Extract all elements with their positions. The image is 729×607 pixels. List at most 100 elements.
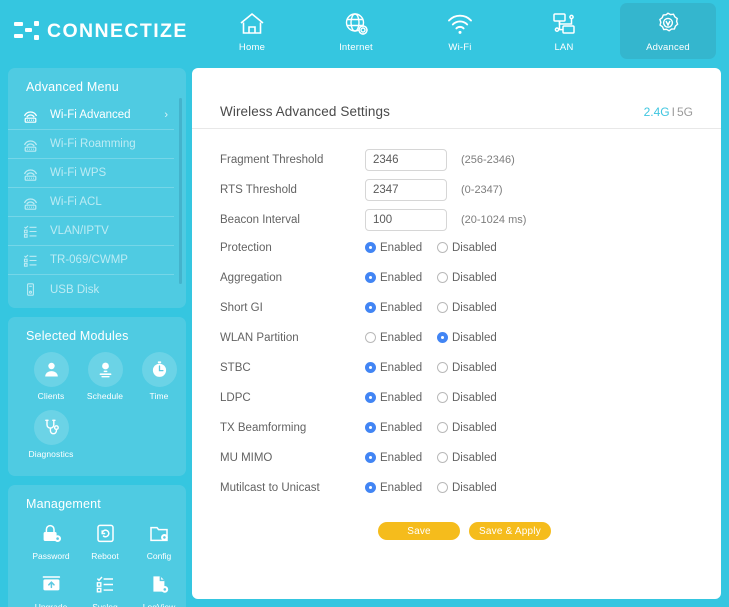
nav-tab-lan-label: LAN	[554, 41, 574, 53]
sidebar-item-wifi-advanced[interactable]: Wi-Fi Advanced ›	[8, 101, 174, 130]
usb-disk-icon	[22, 281, 39, 298]
radio-dot-icon	[365, 482, 376, 493]
wifi-router-icon	[22, 136, 39, 153]
management-label: Config	[146, 551, 172, 561]
radio-dot-icon	[437, 302, 448, 313]
nav-tab-advanced[interactable]: Advanced	[620, 3, 716, 59]
radio-enabled[interactable]: Enabled	[365, 362, 427, 374]
nav-tab-internet[interactable]: Internet	[308, 3, 404, 59]
radio-disabled[interactable]: Disabled	[437, 392, 499, 404]
sidebar-item-vlan-iptv[interactable]: VLAN/IPTV	[8, 217, 174, 246]
module-label: Schedule	[86, 391, 124, 401]
radio-dot-icon	[437, 242, 448, 253]
fragment-threshold-input[interactable]	[365, 148, 447, 171]
radio-disabled[interactable]: Disabled	[437, 452, 499, 464]
form-actions: Save Save & Apply	[220, 522, 721, 540]
radio-dot-icon	[437, 422, 448, 433]
management-label: Syslog	[92, 602, 118, 607]
sidebar-item-label: Wi-Fi Roamming	[50, 138, 136, 150]
management-label: Password	[32, 551, 70, 561]
save-and-apply-button[interactable]: Save & Apply	[469, 522, 551, 540]
save-button[interactable]: Save	[378, 522, 460, 540]
management-panel: Management Password Reboot Config Upgrad…	[8, 485, 186, 607]
radio-disabled[interactable]: Disabled	[437, 272, 499, 284]
radio-label: Enabled	[380, 451, 423, 464]
globe-icon	[341, 10, 371, 38]
radio-enabled[interactable]: Enabled	[365, 452, 427, 464]
toggle-radios: Enabled Disabled	[365, 272, 509, 284]
page-title: Wireless Advanced Settings	[220, 104, 390, 119]
sidebar: Advanced Menu Wi-Fi Advanced › Wi-Fi Roa…	[8, 68, 186, 607]
radio-disabled[interactable]: Disabled	[437, 302, 499, 314]
toggle-radios: Enabled Disabled	[365, 362, 509, 374]
radio-dot-icon	[365, 302, 376, 313]
sidebar-item-tr069-cwmp[interactable]: TR-069/CWMP	[8, 246, 174, 275]
band-2g-button[interactable]: 2.4G	[644, 105, 670, 119]
sidebar-item-usb-disk[interactable]: USB Disk	[8, 275, 174, 304]
nav-tab-lan[interactable]: LAN	[516, 3, 612, 59]
sidebar-item-wifi-wps[interactable]: Wi-Fi WPS	[8, 159, 174, 188]
sidebar-item-wifi-roamming[interactable]: Wi-Fi Roamming	[8, 130, 174, 159]
reboot-icon	[94, 520, 117, 546]
radio-disabled[interactable]: Disabled	[437, 242, 499, 254]
management-logview[interactable]: LogView	[132, 571, 186, 607]
radio-enabled[interactable]: Enabled	[365, 242, 427, 254]
radio-label: Enabled	[380, 301, 423, 314]
beacon-interval-input[interactable]	[365, 208, 447, 231]
toggle-radios: Enabled Disabled	[365, 302, 509, 314]
brand-name: CONNECTIZE	[47, 19, 188, 42]
radio-disabled[interactable]: Disabled	[437, 332, 499, 344]
module-label: Clients	[37, 391, 65, 401]
radio-enabled[interactable]: Enabled	[365, 272, 427, 284]
radio-enabled[interactable]: Enabled	[365, 302, 427, 314]
toggle-label: Aggregation	[220, 271, 283, 284]
toggle-label: Short GI	[220, 301, 263, 314]
checklist-icon	[22, 223, 39, 240]
band-switcher: 2.4G I 5G	[644, 105, 693, 119]
radio-dot-icon	[365, 332, 376, 343]
radio-disabled[interactable]: Disabled	[437, 422, 499, 434]
toggle-label: Mutilcast to Unicast	[220, 481, 320, 494]
field-row-rts-threshold: RTS Threshold (0-2347)	[220, 177, 721, 202]
band-5g-button[interactable]: 5G	[677, 105, 693, 119]
sidebar-item-wifi-acl[interactable]: Wi-Fi ACL	[8, 188, 174, 217]
radio-dot-icon	[365, 452, 376, 463]
rts-threshold-input[interactable]	[365, 178, 447, 201]
module-time[interactable]: Time	[132, 352, 186, 401]
wifi-router-icon	[22, 107, 39, 124]
top-bar: CONNECTIZE Home Internet Wi-Fi LAN Advan…	[0, 0, 729, 62]
nav-tab-wifi[interactable]: Wi-Fi	[412, 3, 508, 59]
radio-label: Enabled	[380, 241, 423, 254]
radio-enabled[interactable]: Enabled	[365, 422, 427, 434]
lan-icon	[549, 10, 579, 38]
radio-label: Disabled	[452, 301, 497, 314]
radio-disabled[interactable]: Disabled	[437, 362, 499, 374]
field-label: Beacon Interval	[220, 213, 300, 226]
management-config[interactable]: Config	[132, 520, 186, 561]
module-clients[interactable]: Clients	[24, 352, 78, 401]
nav-tab-home-label: Home	[238, 41, 266, 53]
module-label: Diagnostics	[28, 449, 74, 459]
sidebar-scrollbar[interactable]	[179, 98, 182, 284]
radio-enabled[interactable]: Enabled	[365, 332, 427, 344]
radio-label: Enabled	[380, 481, 423, 494]
radio-enabled[interactable]: Enabled	[365, 482, 427, 494]
radio-dot-icon	[365, 272, 376, 283]
management-reboot[interactable]: Reboot	[78, 520, 132, 561]
module-schedule[interactable]: Schedule	[78, 352, 132, 401]
management-syslog[interactable]: Syslog	[78, 571, 132, 607]
management-password[interactable]: Password	[24, 520, 78, 561]
connectize-logo-icon	[14, 18, 40, 44]
lock-gear-icon	[40, 520, 63, 546]
field-row-fragment-threshold: Fragment Threshold (256-2346)	[220, 147, 721, 172]
radio-dot-icon	[365, 392, 376, 403]
nav-tab-home[interactable]: Home	[204, 3, 300, 59]
radio-enabled[interactable]: Enabled	[365, 392, 427, 404]
field-hint: (20-1024 ms)	[461, 213, 527, 226]
radio-disabled[interactable]: Disabled	[437, 482, 499, 494]
module-diagnostics[interactable]: Diagnostics	[24, 410, 78, 459]
toggle-label: WLAN Partition	[220, 331, 299, 344]
radio-label: Disabled	[452, 361, 497, 374]
sidebar-item-label: Wi-Fi ACL	[50, 196, 102, 208]
management-upgrade[interactable]: Upgrade	[24, 571, 78, 607]
